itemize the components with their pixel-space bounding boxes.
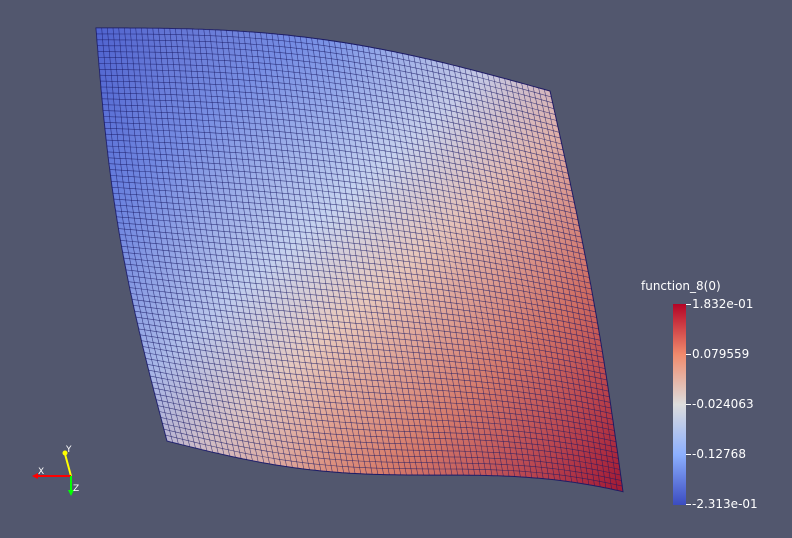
colorbar-tick-mark (686, 454, 691, 455)
y-axis-line (64, 453, 72, 477)
colorbar-tick-mark (686, 354, 691, 355)
colorbar-tick-mark (686, 504, 691, 505)
colorbar-tick-mark (686, 404, 691, 405)
z-axis-label: Z (73, 484, 79, 494)
render-viewport[interactable]: function_8(0) 1.832e-01 0.079559 -0.0240… (0, 0, 792, 538)
colorbar-tick-min: -2.313e-01 (692, 497, 758, 511)
colorbar-tick-4: -0.12768 (692, 447, 746, 461)
colorbar-tick-max: 1.832e-01 (692, 297, 754, 311)
colorbar-tick-2: 0.079559 (692, 347, 750, 361)
colorbar-tick-mid: -0.024063 (692, 397, 754, 411)
orientation-axes: Y X Z (32, 445, 79, 496)
x-axis-label: X (38, 467, 44, 477)
colorbar-tick-mark (686, 304, 691, 305)
colorbar-title: function_8(0) (641, 279, 721, 293)
y-axis-label: Y (65, 445, 72, 455)
colorbar[interactable] (673, 304, 686, 505)
